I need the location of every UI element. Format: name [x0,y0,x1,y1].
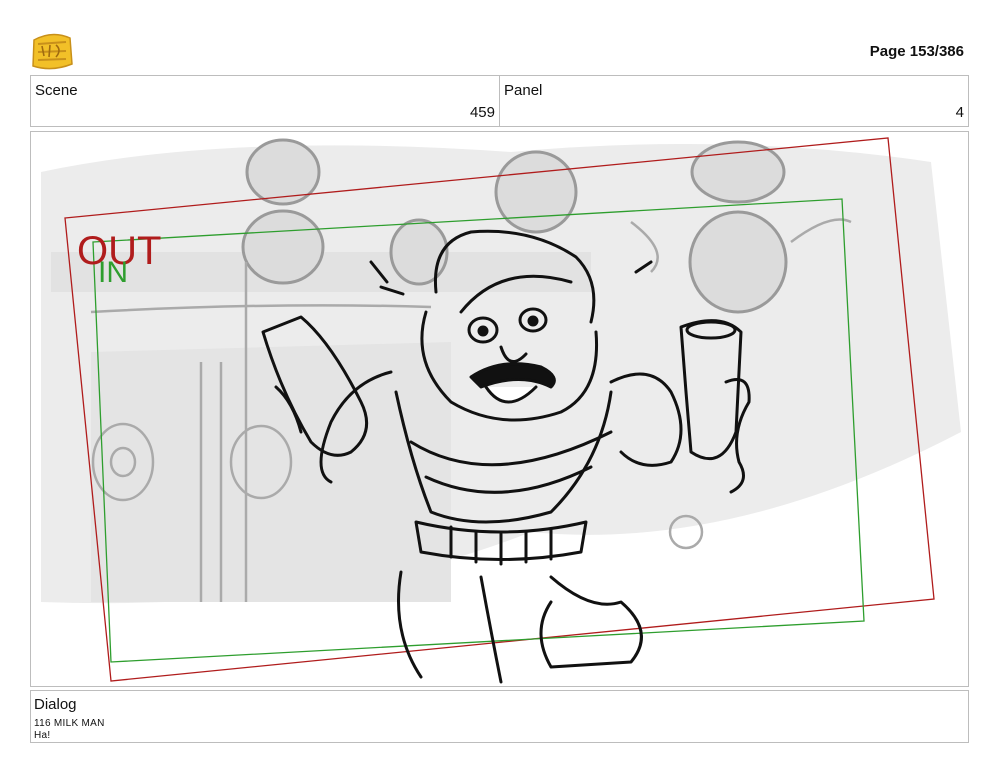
storyboard-panel: OUT IN [30,131,969,687]
dialog-speech-line: Ha! [34,730,51,741]
in-frame-label: IN [98,256,128,289]
dialog-box: Dialog 116 MILK MAN Ha! [30,690,969,743]
panel-cell: Panel 4 [499,76,968,126]
panel-label: Panel [504,82,543,99]
panel-number: 4 [955,104,964,121]
show-logo [30,30,74,72]
dialog-speaker-line: 116 MILK MAN [34,718,105,729]
scene-panel-info: Scene 459 Panel 4 [30,75,969,127]
storyboard-sketch: OUT IN [41,137,961,684]
scene-number: 459 [469,104,495,121]
dialog-label: Dialog [34,696,77,713]
page-number: Page 153/386 [869,43,964,60]
scene-cell: Scene 459 [31,76,499,126]
scene-label: Scene [35,82,78,99]
dialog-text: 116 MILK MAN Ha! [34,718,105,742]
